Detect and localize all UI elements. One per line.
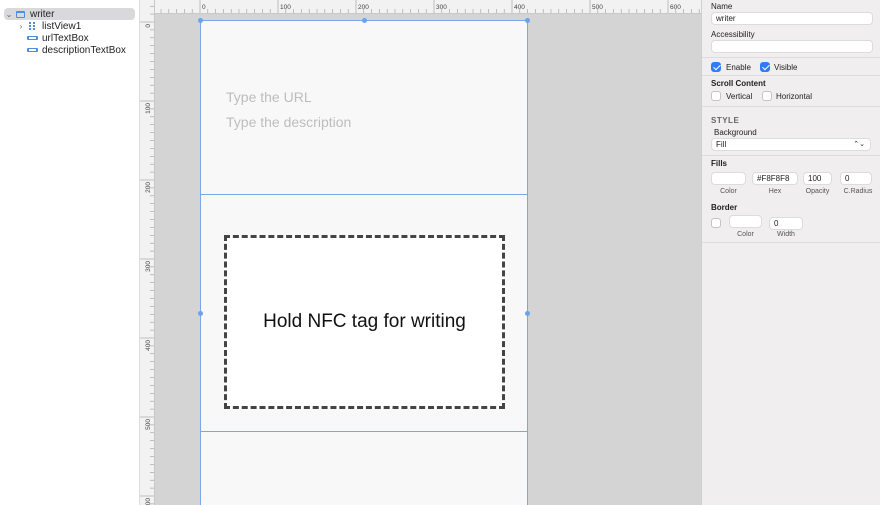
horizontal-checkbox[interactable] (762, 91, 772, 101)
border-color-caption: Color (737, 231, 754, 238)
vertical-ruler-ticks: 0 100 200 300 400 500 00 (140, 5, 154, 505)
resize-handle[interactable] (525, 18, 530, 23)
chevron-updown-icon: ⌃⌄ (853, 141, 865, 148)
style-heading: STYLE (711, 116, 740, 125)
accessibility-label: Accessibility (711, 30, 755, 39)
divider (702, 242, 880, 243)
border-width-field[interactable]: 0 (769, 217, 803, 230)
divider (702, 57, 880, 58)
opacity-caption: Opacity (805, 188, 830, 195)
ruler-label: 100 (145, 103, 152, 114)
ruler-label: 400 (514, 4, 525, 11)
ruler-label: 500 (145, 419, 152, 430)
horizontal-label: Horizontal (776, 92, 813, 101)
scroll-content-label: Scroll Content (711, 79, 766, 88)
artboard-writer[interactable]: Type the URL Type the description Hold N… (198, 18, 530, 505)
tree-item-label: descriptionTextBox (42, 44, 126, 56)
border-label: Border (711, 203, 738, 212)
tree-item-label: urlTextBox (42, 32, 89, 44)
enable-checkbox[interactable] (711, 62, 721, 72)
vertical-ruler: 0 100 200 300 400 500 00 (140, 0, 155, 505)
ruler-label: 00 (145, 498, 152, 505)
resize-handle[interactable] (198, 311, 203, 316)
color-caption: Color (720, 188, 737, 195)
horizontal-ruler: 0 100 200 300 400 500 600 (155, 0, 701, 14)
ruler-label: 500 (592, 4, 603, 11)
border-color-swatch[interactable] (729, 215, 762, 228)
outline-panel: ⌄ writer › listView1 urlTextBox descript… (0, 0, 140, 505)
divider (702, 75, 880, 76)
background-select[interactable]: Fill ⌃⌄ (711, 138, 871, 151)
vertical-label: Vertical (726, 92, 753, 101)
fill-radius-field[interactable]: 0 (840, 172, 872, 185)
textbox-icon (26, 48, 38, 52)
enable-label: Enable (726, 63, 751, 72)
view-icon (14, 10, 26, 18)
resize-handle[interactable] (525, 311, 530, 316)
listview1[interactable]: Hold NFC tag for writing (198, 194, 530, 432)
name-label: Name (711, 2, 733, 11)
tree-item-writer[interactable]: ⌄ writer (4, 8, 135, 20)
name-field[interactable]: writer (711, 12, 873, 25)
fill-hex-field[interactable]: #F8F8F8 (752, 172, 798, 185)
hex-caption: Hex (768, 188, 782, 195)
fill-color-swatch[interactable] (711, 172, 746, 185)
chevron-down-icon[interactable]: ⌄ (4, 10, 14, 19)
ruler-label: 400 (145, 340, 152, 351)
ruler-label: 600 (670, 4, 681, 11)
textbox-icon (26, 36, 38, 40)
ruler-label: 200 (145, 182, 152, 193)
tree-item-descriptiontextbox[interactable]: descriptionTextBox (0, 44, 139, 56)
nfc-prompt-box: Hold NFC tag for writing (224, 235, 505, 409)
vertical-checkbox[interactable] (711, 91, 721, 101)
tree-item-urltextbox[interactable]: urlTextBox (0, 32, 139, 44)
horizontal-ruler-ticks: 0 100 200 300 400 500 600 (160, 0, 700, 13)
design-canvas[interactable]: Type the URL Type the description Hold N… (156, 15, 701, 505)
divider (702, 155, 880, 156)
visible-label: Visible (774, 63, 798, 72)
tree-item-label: listView1 (42, 20, 82, 32)
ruler-label: 0 (202, 4, 206, 11)
divider (702, 106, 880, 107)
ruler-label: 200 (358, 4, 369, 11)
background-label: Background (714, 128, 757, 137)
chevron-right-icon[interactable]: › (16, 22, 26, 31)
radius-caption: C.Radius (843, 188, 873, 195)
description-textbox[interactable]: Type the description (226, 114, 351, 130)
nfc-prompt-text: Hold NFC tag for writing (263, 311, 466, 332)
ruler-label: 300 (145, 261, 152, 272)
url-textbox[interactable]: Type the URL (226, 89, 312, 105)
accessibility-field[interactable] (711, 40, 873, 53)
border-checkbox[interactable] (711, 218, 721, 228)
resize-handle[interactable] (362, 18, 367, 23)
background-select-value: Fill (716, 140, 727, 149)
fills-label: Fills (711, 159, 728, 168)
list-icon (26, 22, 38, 30)
tree-item-listview1[interactable]: › listView1 (0, 20, 139, 32)
resize-handle[interactable] (198, 18, 203, 23)
visible-checkbox[interactable] (760, 62, 770, 72)
fill-opacity-field[interactable]: 100 (803, 172, 832, 185)
ruler-label: 100 (280, 4, 291, 11)
inspector-panel: Name writer Accessibility Enable Visible… (701, 0, 880, 505)
ruler-label: 0 (145, 24, 152, 28)
ruler-label: 300 (436, 4, 447, 11)
tree-item-label: writer (30, 8, 55, 20)
width-caption: Width (777, 231, 795, 238)
